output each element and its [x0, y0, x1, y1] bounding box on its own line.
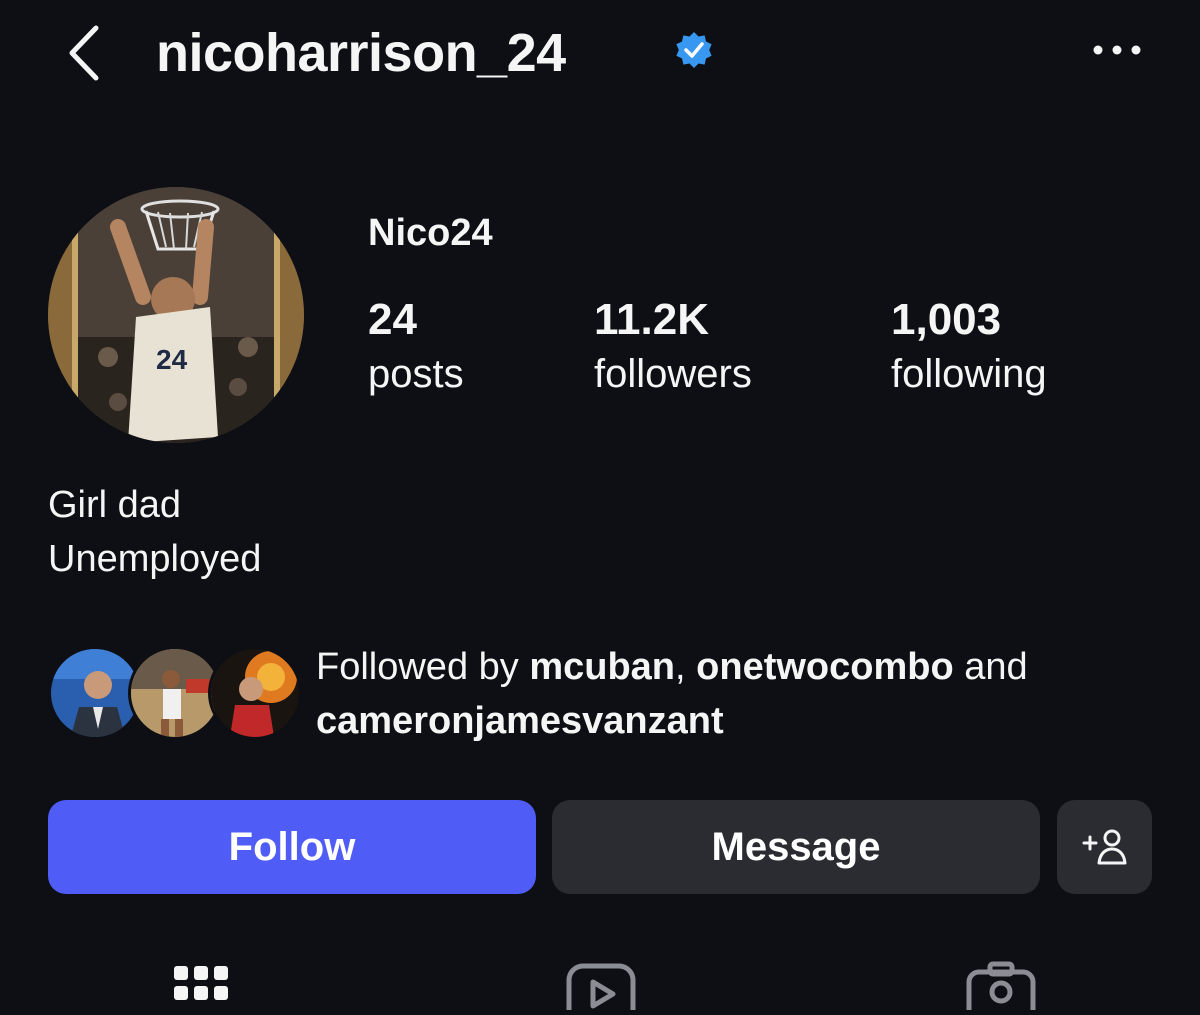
followed-by-text[interactable]: Followed by mcuban, onetwocombo and came… — [316, 640, 1176, 748]
verified-badge-icon — [674, 30, 714, 70]
chevron-left-icon — [69, 25, 99, 81]
bio-line: Unemployed — [48, 538, 262, 580]
profile-avatar[interactable]: 24 — [48, 187, 304, 443]
followed-by-separator: , — [675, 646, 697, 688]
stat-followers[interactable]: 11.2K followers — [594, 292, 752, 400]
tagged-icon — [966, 961, 1036, 1015]
bio-line: Girl dad — [48, 484, 182, 526]
avatar-jersey-number: 24 — [156, 344, 188, 375]
tab-reels[interactable] — [564, 956, 644, 1015]
reels-icon — [566, 963, 636, 1015]
suggested-accounts-button[interactable] — [1057, 800, 1152, 894]
back-button[interactable] — [62, 22, 112, 84]
mutual-avatar — [208, 646, 302, 740]
stat-following-label: following — [891, 352, 1047, 396]
tab-tagged[interactable] — [964, 956, 1044, 1015]
followed-by-conjunction: and — [953, 646, 1028, 688]
profile-username: nicoharrison_24 — [156, 23, 566, 83]
stat-posts[interactable]: 24 posts — [368, 292, 464, 400]
follow-button[interactable]: Follow — [48, 800, 536, 894]
stat-posts-label: posts — [368, 352, 464, 396]
add-person-icon — [1082, 829, 1126, 865]
mutual-followers-avatars[interactable] — [48, 646, 302, 742]
stat-posts-value: 24 — [368, 295, 417, 344]
followed-by-user[interactable]: onetwocombo — [696, 646, 954, 688]
followed-by-user[interactable]: cameronjamesvanzant — [316, 700, 724, 742]
more-horizontal-icon — [1093, 45, 1141, 55]
profile-bio: Girl dad Unemployed — [48, 478, 261, 586]
tab-grid[interactable] — [168, 956, 248, 1010]
stat-following[interactable]: 1,003 following — [891, 292, 1047, 400]
stat-followers-label: followers — [594, 352, 752, 396]
grid-icon — [174, 966, 228, 1000]
more-options-button[interactable] — [1092, 30, 1142, 70]
display-name: Nico24 — [368, 212, 493, 254]
followed-by-prefix: Followed by — [316, 646, 530, 688]
followed-by-user[interactable]: mcuban — [529, 646, 675, 688]
stat-following-value: 1,003 — [891, 295, 1002, 344]
stat-followers-value: 11.2K — [594, 295, 709, 344]
message-button[interactable]: Message — [552, 800, 1040, 894]
